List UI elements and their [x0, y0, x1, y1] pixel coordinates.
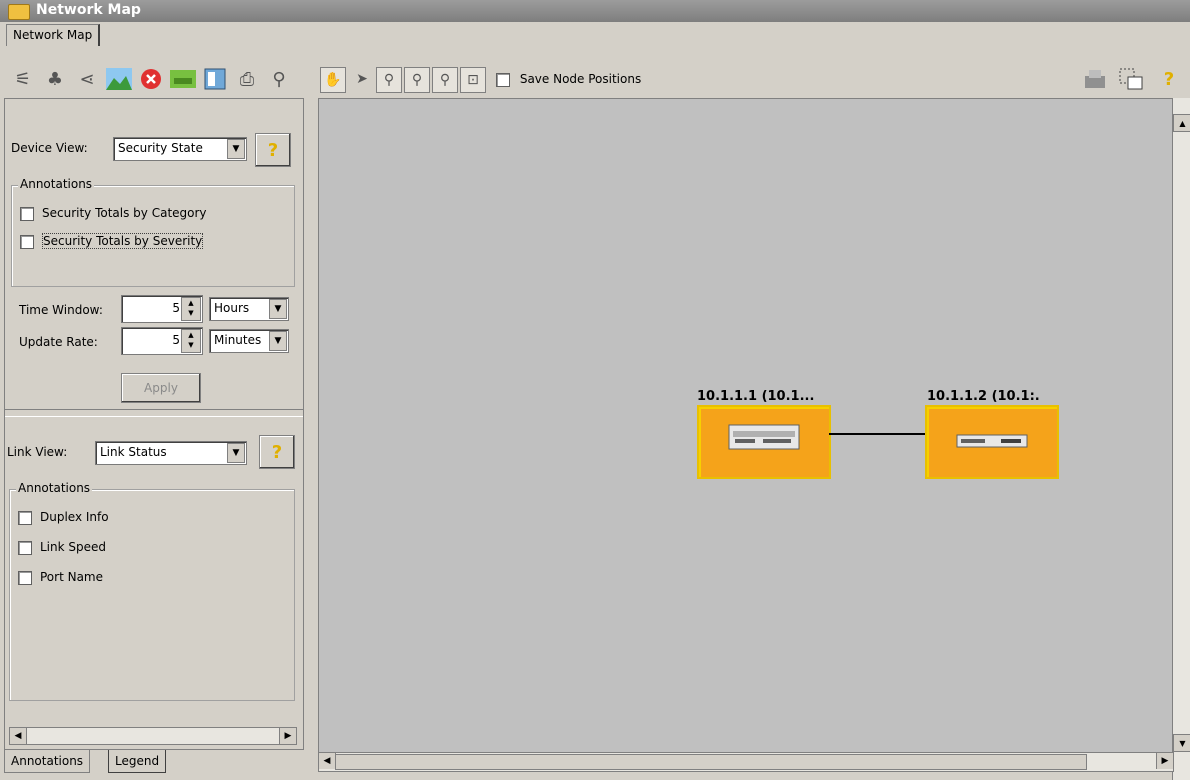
- network-link[interactable]: [829, 433, 925, 435]
- chevron-down-icon[interactable]: ▼: [227, 139, 245, 159]
- link-speed-box[interactable]: [18, 540, 32, 555]
- scroll-right-icon[interactable]: ▶: [1156, 753, 1173, 769]
- network-node[interactable]: [697, 405, 831, 479]
- green-device-icon[interactable]: [170, 66, 196, 92]
- left-panel-hscrollbar[interactable]: ◀ ▶: [9, 727, 297, 745]
- layout-icon[interactable]: ⚟: [10, 66, 36, 92]
- update-rate-value: 5: [172, 333, 180, 347]
- switch-device-icon: [728, 424, 800, 450]
- security-severity-checkbox[interactable]: Security Totals by Severity: [20, 233, 204, 249]
- scroll-up-icon[interactable]: ▲: [1173, 114, 1190, 132]
- save-node-positions-box[interactable]: [496, 72, 510, 87]
- duplex-info-label: Duplex Info: [40, 510, 109, 524]
- port-name-box[interactable]: [18, 570, 32, 585]
- panel-splitter[interactable]: [5, 409, 303, 417]
- help-icon[interactable]: ?: [1156, 66, 1182, 92]
- link-annotations-title: Annotations: [16, 481, 93, 495]
- security-severity-box[interactable]: [20, 234, 34, 249]
- device-view-select[interactable]: Security State ▼: [113, 137, 247, 161]
- landscape-icon[interactable]: [106, 66, 132, 92]
- network-map-canvas[interactable]: 10.1.1.1 (10.1... 10.1.1.2 (10.1:.: [318, 98, 1174, 754]
- port-name-checkbox[interactable]: Port Name: [18, 570, 103, 585]
- security-severity-label: Security Totals by Severity: [42, 233, 204, 249]
- chevron-down-icon[interactable]: ▼: [269, 299, 287, 319]
- hand-icon[interactable]: ✋: [320, 67, 346, 93]
- printer-icon[interactable]: [1082, 66, 1108, 92]
- pointer-icon[interactable]: ➤: [350, 67, 374, 91]
- window-titlebar: Network Map: [0, 0, 1190, 22]
- link-view-label: Link View:: [7, 445, 68, 459]
- help-icon: ?: [267, 139, 279, 161]
- link-speed-label: Link Speed: [40, 540, 107, 554]
- scroll-right-icon[interactable]: ▶: [279, 728, 296, 744]
- time-window-label: Time Window:: [19, 303, 103, 317]
- map-vscrollbar[interactable]: ▲ ▼: [1172, 98, 1190, 780]
- stop-icon[interactable]: [138, 66, 164, 92]
- security-category-checkbox[interactable]: Security Totals by Category: [20, 206, 207, 221]
- export-icon[interactable]: [1118, 66, 1144, 92]
- update-rate-spinner[interactable]: 5 ▲ ▼: [121, 327, 203, 355]
- device-view-value: Security State: [118, 141, 203, 155]
- device-annotations-title: Annotations: [18, 177, 95, 191]
- left-panel: Device View: Security State ▼ ? Annotati…: [4, 98, 304, 750]
- time-window-spinner[interactable]: 5 ▲ ▼: [121, 295, 203, 323]
- node-label: 10.1.1.2 (10.1:.: [927, 389, 1040, 404]
- device-view-help-button[interactable]: ?: [255, 133, 291, 167]
- time-window-stepper[interactable]: ▲ ▼: [181, 297, 201, 321]
- help-icon: ?: [271, 441, 283, 463]
- device-view-label: Device View:: [11, 141, 88, 155]
- tab-network-map[interactable]: Network Map: [6, 24, 101, 46]
- window-title: Network Map: [36, 2, 141, 18]
- node-label: 10.1.1.1 (10.1...: [697, 389, 815, 404]
- zoom-in-icon[interactable]: ⚲: [404, 67, 430, 93]
- time-window-value: 5: [172, 301, 180, 315]
- scroll-left-icon[interactable]: ◀: [10, 728, 27, 744]
- time-window-unit: Hours: [214, 301, 250, 315]
- save-node-positions-checkbox[interactable]: Save Node Positions: [496, 72, 641, 87]
- update-rate-stepper[interactable]: ▲ ▼: [181, 329, 201, 353]
- tab-legend[interactable]: Legend: [108, 750, 167, 773]
- apply-button[interactable]: Apply: [121, 373, 201, 403]
- folder-icon: [8, 4, 30, 20]
- update-rate-unit-select[interactable]: Minutes ▼: [209, 329, 289, 353]
- link-view-help-button[interactable]: ?: [259, 435, 295, 469]
- tree-icon[interactable]: ♣: [42, 66, 68, 92]
- toolbar: ⚟ ♣ ⋖ ⎙ ⚲ ✋ ➤ ⚲ ⚲ ⚲ ⊡ Save Node Position…: [0, 46, 1190, 98]
- network-node[interactable]: [925, 405, 1059, 479]
- share-icon[interactable]: ⋖: [74, 66, 100, 92]
- link-annotations-group: Annotations Duplex Info Link Speed Port …: [9, 481, 295, 701]
- link-speed-checkbox[interactable]: Link Speed: [18, 540, 106, 555]
- link-view-value: Link Status: [100, 445, 167, 459]
- device-annotations-group: Annotations Security Totals by Category …: [11, 177, 295, 287]
- time-window-unit-select[interactable]: Hours ▼: [209, 297, 289, 321]
- chevron-down-icon[interactable]: ▼: [227, 443, 245, 463]
- top-tabbar: Network Map: [0, 22, 1190, 47]
- zoom-area-icon[interactable]: ⚲: [376, 67, 402, 93]
- port-name-label: Port Name: [40, 570, 104, 584]
- duplex-info-box[interactable]: [18, 510, 32, 525]
- zoom-out-icon[interactable]: ⚲: [432, 67, 458, 93]
- fit-icon[interactable]: ⊡: [460, 67, 486, 93]
- scroll-left-icon[interactable]: ◀: [319, 753, 336, 769]
- chevron-down-icon[interactable]: ▼: [269, 331, 287, 351]
- search-icon[interactable]: ⚲: [266, 66, 292, 92]
- link-view-select[interactable]: Link Status ▼: [95, 441, 247, 465]
- scroll-down-icon[interactable]: ▼: [1173, 734, 1190, 752]
- security-category-box[interactable]: [20, 206, 34, 221]
- router-device-icon: [956, 434, 1028, 448]
- scroll-thumb[interactable]: [335, 754, 1087, 770]
- print-icon[interactable]: ⎙: [234, 66, 260, 92]
- security-category-label: Security Totals by Category: [42, 206, 207, 220]
- map-hscrollbar[interactable]: ◀ ▶: [318, 752, 1174, 772]
- update-rate-label: Update Rate:: [19, 335, 98, 349]
- tab-annotations[interactable]: Annotations: [4, 750, 91, 773]
- save-node-positions-label: Save Node Positions: [519, 72, 642, 86]
- update-rate-unit: Minutes: [214, 333, 262, 347]
- duplex-info-checkbox[interactable]: Duplex Info: [18, 510, 109, 525]
- window-icon[interactable]: [202, 66, 228, 92]
